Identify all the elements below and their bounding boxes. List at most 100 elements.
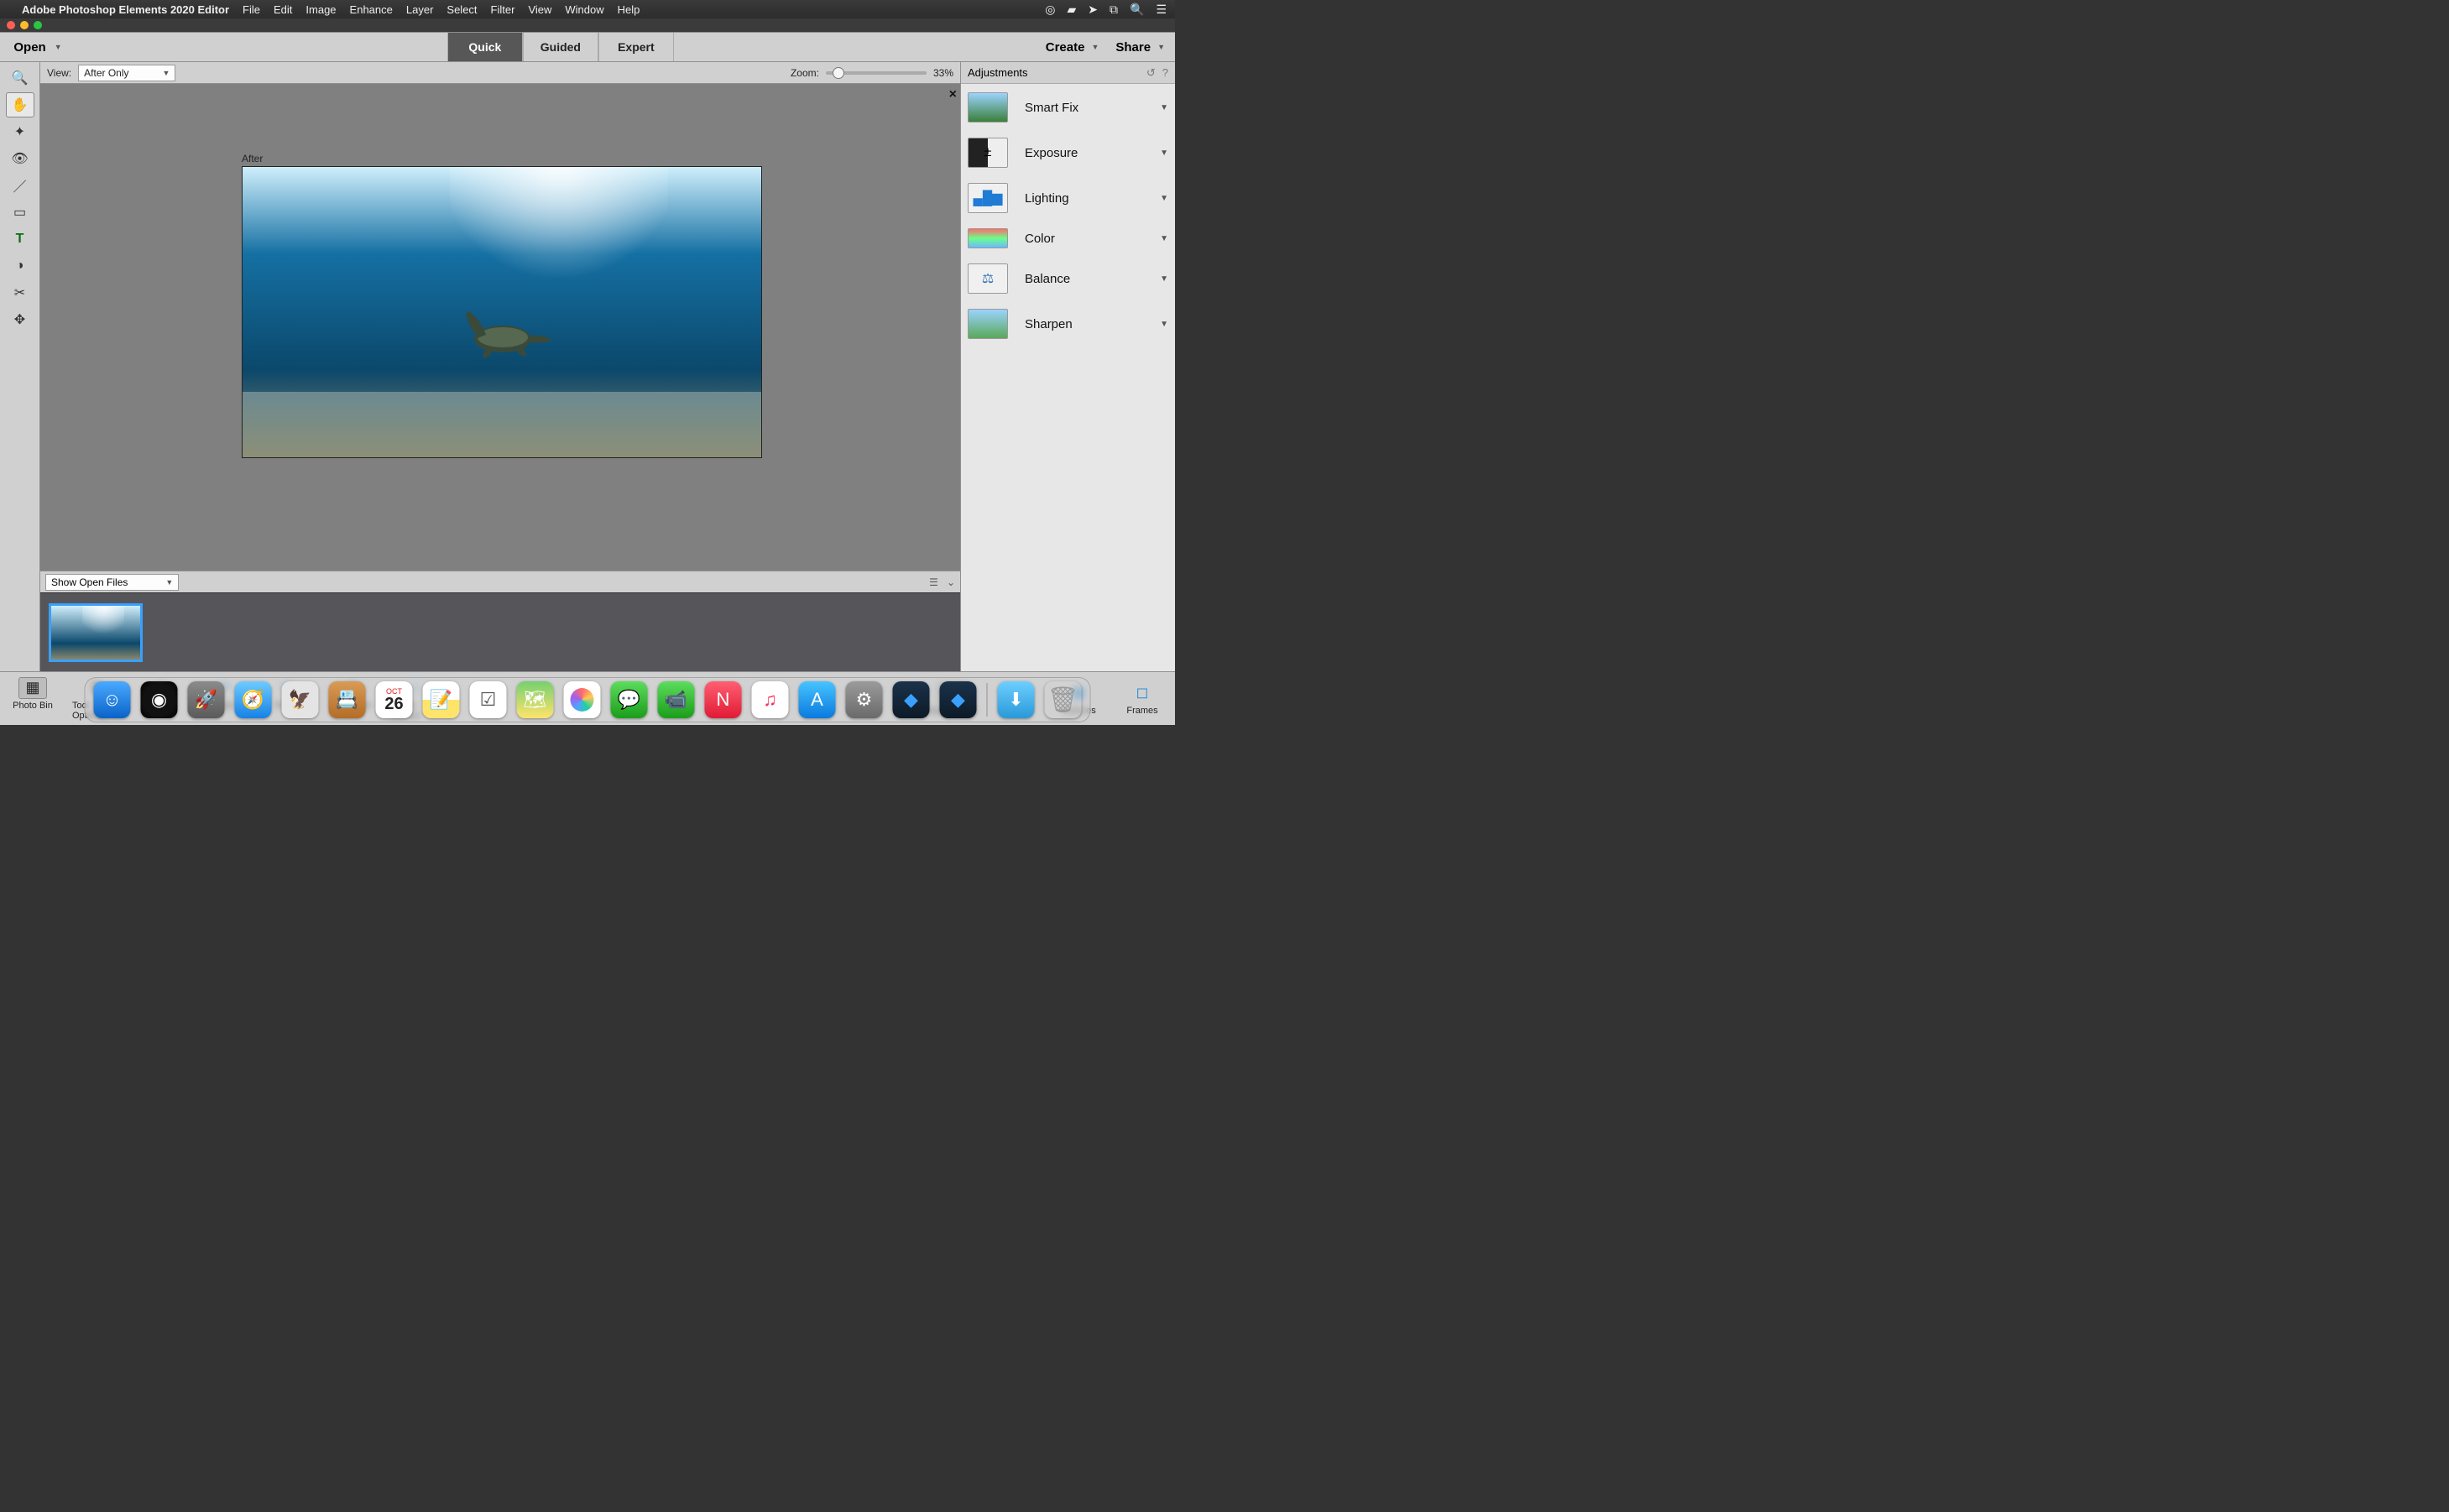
create-label: Create (1046, 40, 1085, 55)
app-name[interactable]: Adobe Photoshop Elements 2020 Editor (22, 3, 229, 16)
reset-icon[interactable]: ↺ (1146, 66, 1156, 80)
act-frames[interactable]: ◻Frames (1118, 682, 1167, 716)
adjust-smartfix[interactable]: Smart Fix ▼ (968, 92, 1168, 123)
dock-calendar[interactable]: OCT26 (376, 681, 413, 718)
menu-window[interactable]: Window (565, 3, 603, 16)
control-center-icon[interactable]: ☰ (1156, 3, 1167, 17)
tool-hand[interactable]: ✋ (6, 92, 34, 117)
dock-appstore[interactable]: A (799, 681, 836, 718)
dock-mail[interactable]: 🦅 (282, 681, 319, 718)
menu-layer[interactable]: Layer (406, 3, 434, 16)
zoom-window[interactable] (34, 21, 42, 29)
tab-expert[interactable]: Expert (598, 33, 674, 61)
tool-move[interactable]: ✥ (6, 307, 34, 332)
spotlight-icon[interactable]: 🔍 (1130, 3, 1144, 17)
dock-news[interactable]: N (705, 681, 742, 718)
menu-file[interactable]: File (243, 3, 260, 16)
tool-text[interactable]: T (6, 227, 34, 252)
dock-trash[interactable]: 🗑 (1045, 681, 1082, 718)
tool-straighten[interactable]: ▭ (6, 200, 34, 225)
menu-view[interactable]: View (528, 3, 551, 16)
collapse-icon[interactable]: ⌄ (947, 576, 955, 588)
turtle-graphic (452, 310, 561, 360)
dock-contacts[interactable]: 📇 (329, 681, 366, 718)
dock-safari[interactable]: 🧭 (235, 681, 272, 718)
adjust-sharpen[interactable]: Sharpen ▼ (968, 309, 1168, 339)
balance-icon: ⚖ (968, 263, 1008, 294)
displays-icon[interactable]: ⧉ (1110, 3, 1118, 17)
adjust-exposure[interactable]: ± Exposure ▼ (968, 138, 1168, 168)
exposure-icon: ± (968, 138, 1008, 168)
cal-day: 26 (384, 696, 403, 712)
close-document[interactable]: × (949, 87, 957, 102)
app-bar: Open ▼ Quick Guided Expert Create ▼ Shar… (0, 32, 1175, 62)
zoom-label: Zoom: (791, 67, 819, 79)
tool-crop[interactable]: ✂ (6, 280, 34, 305)
macos-menubar: Adobe Photoshop Elements 2020 Editor Fil… (0, 0, 1175, 18)
notif-icon[interactable]: ▰ (1067, 3, 1076, 17)
tool-quick-select[interactable]: ✦ (6, 119, 34, 144)
dock-siri[interactable]: ◉ (141, 681, 178, 718)
menu-edit[interactable]: Edit (274, 3, 292, 16)
photo-bin-thumbnail[interactable] (49, 603, 143, 662)
dock-photos[interactable] (564, 681, 601, 718)
view-bar: View: After Only ▼ Zoom: 33% (40, 62, 960, 84)
dock-maps[interactable]: 🗺 (517, 681, 554, 718)
chevron-down-icon: ▼ (1157, 43, 1165, 51)
menu-help[interactable]: Help (618, 3, 640, 16)
view-label: View: (47, 67, 71, 79)
menu-select[interactable]: Select (446, 3, 477, 16)
menu-filter[interactable]: Filter (491, 3, 515, 16)
dock-pse-editor[interactable]: ◆ (940, 681, 977, 718)
document-image[interactable] (242, 166, 762, 458)
dock-music[interactable]: ♫ (752, 681, 789, 718)
dock-reminders[interactable]: ☑ (470, 681, 507, 718)
adjustments-panel: Adjustments ↺ ? Smart Fix ▼ ± Exposure ▼… (960, 62, 1175, 671)
dock-messages[interactable]: 💬 (611, 681, 648, 718)
tool-redeye[interactable]: 👁 (6, 146, 34, 171)
chevron-down-icon: ▼ (1160, 194, 1168, 203)
dock-divider (987, 683, 988, 717)
bt-icon[interactable]: ➤ (1088, 3, 1098, 17)
menu-image[interactable]: Image (305, 3, 336, 16)
adjust-balance[interactable]: ⚖ Balance ▼ (968, 263, 1168, 294)
dock-downloads[interactable]: ⬇ (998, 681, 1035, 718)
macos-dock: ☺ ◉ 🚀 🧭 🦅 📇 OCT26 📝 ☑ 🗺 💬 📹 N ♫ A ⚙ ◆ ◆ … (85, 677, 1091, 722)
view-select[interactable]: After Only ▼ (78, 65, 175, 81)
zoom-slider[interactable] (826, 71, 927, 75)
tool-zoom[interactable]: 🔍 (6, 65, 34, 91)
close-window[interactable] (7, 21, 15, 29)
dock-notes[interactable]: 📝 (423, 681, 460, 718)
menu-enhance[interactable]: Enhance (350, 3, 393, 16)
chevron-down-icon: ▼ (1160, 320, 1168, 329)
chevron-down-icon: ▼ (163, 69, 170, 77)
spot-icon: ◑ (16, 258, 24, 274)
adjust-color[interactable]: Color ▼ (968, 228, 1168, 248)
share-button[interactable]: Share ▼ (1115, 40, 1165, 55)
chevron-down-icon: ▼ (165, 578, 173, 587)
minimize-window[interactable] (20, 21, 29, 29)
dock-pse-organizer[interactable]: ◆ (893, 681, 930, 718)
tool-spotheal[interactable]: ◑ (6, 253, 34, 279)
dock-settings[interactable]: ⚙ (846, 681, 883, 718)
zoom-icon: 🔍 (12, 70, 29, 86)
tab-guided[interactable]: Guided (523, 33, 598, 61)
adjust-lighting[interactable]: ▄█▆ Lighting ▼ (968, 183, 1168, 213)
straighten-icon: ▭ (13, 204, 26, 221)
zoom-slider-knob[interactable] (833, 67, 844, 79)
dock-finder[interactable]: ☺ (94, 681, 131, 718)
help-icon[interactable]: ? (1162, 66, 1168, 80)
open-button[interactable]: Open ▼ (0, 33, 76, 61)
color-label: Color (1025, 232, 1143, 246)
show-open-files-select[interactable]: Show Open Files ▼ (45, 574, 179, 591)
dock-facetime[interactable]: 📹 (658, 681, 695, 718)
act-photobin[interactable]: ▦Photo Bin (8, 677, 57, 721)
cc-icon[interactable]: ◎ (1045, 3, 1055, 17)
list-toggle-icon[interactable]: ☰ (929, 576, 938, 588)
canvas-area[interactable]: × After (40, 84, 960, 571)
tool-whiten[interactable]: ／ (6, 173, 34, 198)
window-titlebar (0, 18, 1175, 32)
tab-quick[interactable]: Quick (447, 33, 523, 61)
dock-launchpad[interactable]: 🚀 (188, 681, 225, 718)
create-button[interactable]: Create ▼ (1046, 40, 1099, 55)
